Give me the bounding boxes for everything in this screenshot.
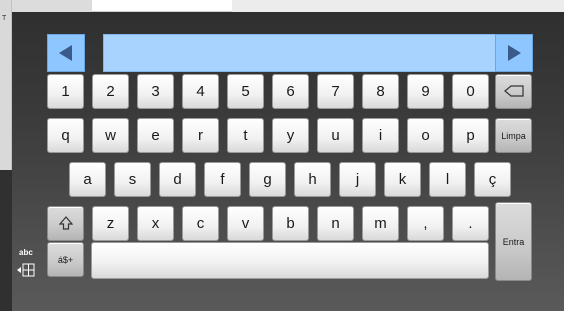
key-y[interactable]: y: [272, 118, 309, 153]
key-c-cedilla[interactable]: ç: [474, 162, 511, 197]
key-2[interactable]: 2: [92, 74, 129, 109]
key-d[interactable]: d: [159, 162, 196, 197]
key-period[interactable]: .: [452, 206, 489, 241]
key-u[interactable]: u: [317, 118, 354, 153]
background-panel-left: [0, 0, 12, 170]
keyboard-mode-label[interactable]: abc: [19, 248, 33, 257]
key-r[interactable]: r: [182, 118, 219, 153]
key-3[interactable]: 3: [137, 74, 174, 109]
clear-key[interactable]: Limpa: [495, 118, 532, 153]
key-5[interactable]: 5: [227, 74, 264, 109]
key-8[interactable]: 8: [362, 74, 399, 109]
key-n[interactable]: n: [317, 206, 354, 241]
space-bar[interactable]: [91, 242, 489, 279]
key-v[interactable]: v: [227, 206, 264, 241]
key-q[interactable]: q: [47, 118, 84, 153]
key-j[interactable]: j: [339, 162, 376, 197]
key-7[interactable]: 7: [317, 74, 354, 109]
symbols-key[interactable]: á$+: [47, 242, 84, 277]
key-p[interactable]: p: [452, 118, 489, 153]
background-input: [92, 0, 232, 12]
enter-key[interactable]: Entra: [495, 202, 532, 281]
keyboard-text-display[interactable]: [103, 34, 500, 72]
key-1[interactable]: 1: [47, 74, 84, 109]
cursor-left-button[interactable]: [47, 34, 85, 72]
key-e[interactable]: e: [137, 118, 174, 153]
shift-icon: [58, 215, 73, 232]
key-0[interactable]: 0: [452, 74, 489, 109]
key-s[interactable]: s: [114, 162, 151, 197]
backspace-key[interactable]: [495, 74, 532, 109]
key-x[interactable]: x: [137, 206, 174, 241]
key-g[interactable]: g: [249, 162, 286, 197]
background-corner-text: T: [2, 15, 7, 22]
on-screen-keyboard: 1 2 3 4 5 6 7 8 9 0 q w e r t y u i o p …: [12, 12, 564, 311]
key-f[interactable]: f: [204, 162, 241, 197]
keyboard-side-strip: [0, 170, 12, 311]
key-o[interactable]: o: [407, 118, 444, 153]
key-k[interactable]: k: [384, 162, 421, 197]
shift-key[interactable]: [47, 206, 84, 241]
cursor-right-button[interactable]: [495, 34, 533, 72]
key-t[interactable]: t: [227, 118, 264, 153]
key-z[interactable]: z: [92, 206, 129, 241]
key-4[interactable]: 4: [182, 74, 219, 109]
key-h[interactable]: h: [294, 162, 331, 197]
key-comma[interactable]: ,: [407, 206, 444, 241]
key-m[interactable]: m: [362, 206, 399, 241]
key-i[interactable]: i: [362, 118, 399, 153]
backspace-icon: [503, 84, 524, 99]
key-c[interactable]: c: [182, 206, 219, 241]
key-l[interactable]: l: [429, 162, 466, 197]
key-6[interactable]: 6: [272, 74, 309, 109]
key-9[interactable]: 9: [407, 74, 444, 109]
key-w[interactable]: w: [92, 118, 129, 153]
key-b[interactable]: b: [272, 206, 309, 241]
arrow-left-icon: [59, 45, 73, 61]
keyboard-mode-icon[interactable]: [17, 263, 35, 282]
arrow-right-icon: [507, 45, 521, 61]
key-a[interactable]: a: [69, 162, 106, 197]
